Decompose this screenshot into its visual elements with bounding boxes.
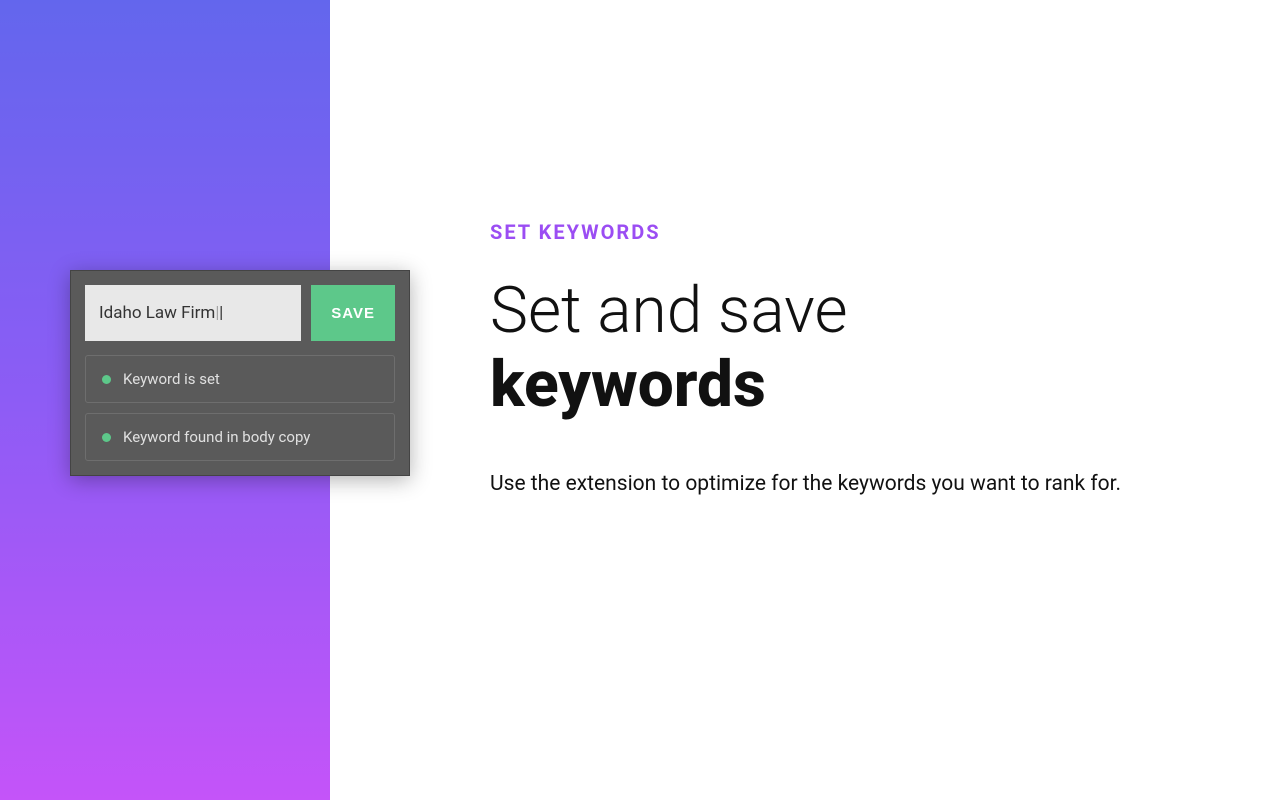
eyebrow-label: SET KEYWORDS xyxy=(490,220,1170,244)
main-heading: Set and save keywords xyxy=(490,274,1170,421)
text-cursor: | xyxy=(215,303,219,323)
status-dot-icon xyxy=(102,375,111,384)
status-item-keyword-set: Keyword is set xyxy=(85,355,395,403)
keyword-input-value: Idaho Law Firm xyxy=(99,303,215,323)
save-button[interactable]: SAVE xyxy=(311,285,395,341)
status-item-keyword-found: Keyword found in body copy xyxy=(85,413,395,461)
keyword-widget: Idaho Law Firm| SAVE Keyword is set Keyw… xyxy=(70,270,410,476)
status-dot-icon xyxy=(102,433,111,442)
description-text: Use the extension to optimize for the ke… xyxy=(490,466,1170,504)
heading-line-1: Set and save xyxy=(490,273,848,348)
keyword-input-row: Idaho Law Firm| SAVE xyxy=(85,285,395,341)
status-text: Keyword is set xyxy=(123,370,220,388)
status-text: Keyword found in body copy xyxy=(123,428,310,446)
content-area: SET KEYWORDS Set and save keywords Use t… xyxy=(490,220,1170,504)
keyword-input[interactable]: Idaho Law Firm| xyxy=(85,285,301,341)
heading-line-2: keywords xyxy=(490,347,766,422)
